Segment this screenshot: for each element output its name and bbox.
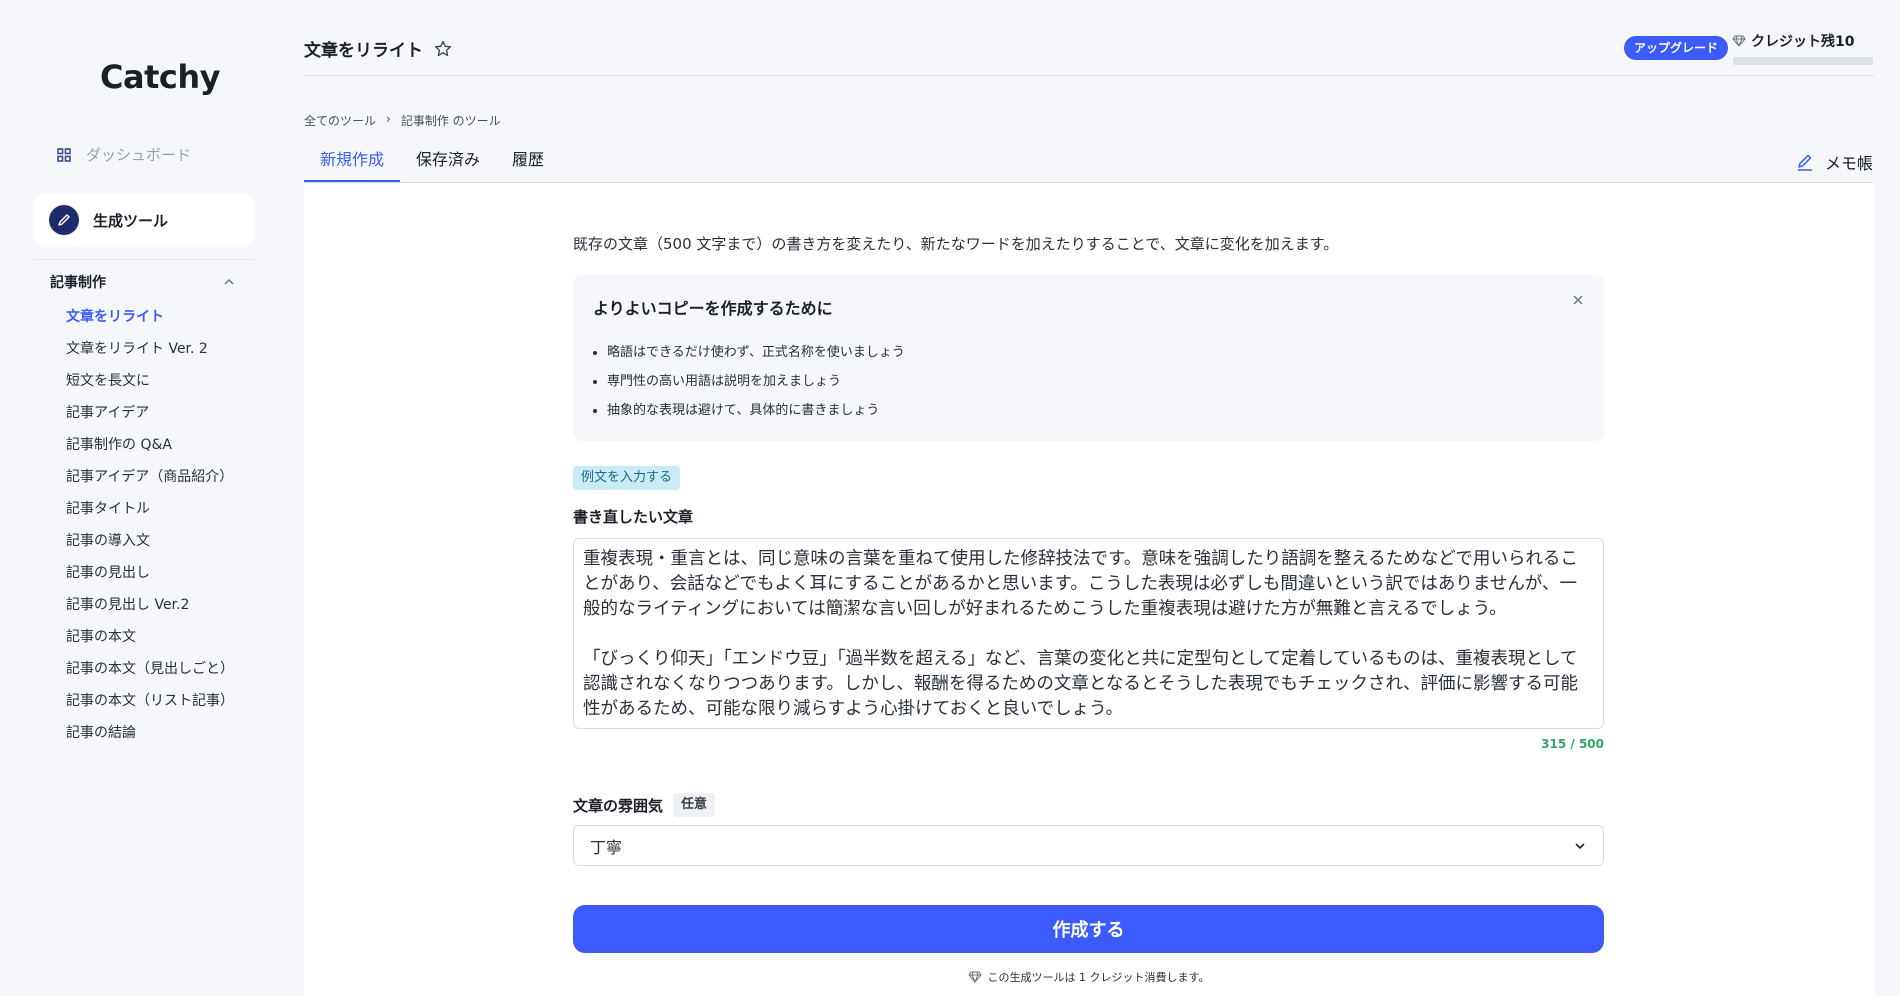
- tab-saved[interactable]: 保存済み: [400, 148, 496, 182]
- sidebar-item-article-idea[interactable]: 記事アイデア: [66, 403, 234, 435]
- credits-display: クレジット残10: [1732, 31, 1854, 51]
- close-icon[interactable]: [1570, 292, 1586, 308]
- sidebar-item-rewrite[interactable]: 文章をリライト: [66, 307, 234, 339]
- create-button[interactable]: 作成する: [573, 905, 1604, 953]
- sidebar-item-article-body[interactable]: 記事の本文: [66, 627, 234, 659]
- nav-dashboard-label: ダッシュボード: [86, 146, 192, 164]
- memo-label: メモ帳: [1825, 154, 1874, 173]
- rewrite-label: 書き直したい文章: [573, 508, 694, 526]
- diamond-icon: [967, 971, 982, 983]
- sidebar-item-article-idea-product[interactable]: 記事アイデア（商品紹介）: [66, 467, 234, 499]
- tip-item: 専門性の高い用語は説明を加えましょう: [607, 372, 905, 401]
- credit-footnote: この生成ツールは 1 クレジット消費します。: [573, 969, 1604, 985]
- sidebar-item-article-intro[interactable]: 記事の導入文: [66, 531, 234, 563]
- page-title-text: 文章をリライト: [304, 41, 423, 61]
- sidebar-divider: [34, 259, 254, 260]
- grid-icon: [57, 147, 71, 162]
- breadcrumb-separator: ›: [386, 112, 391, 126]
- edit-icon: [1798, 154, 1812, 171]
- char-count: 315 / 500: [1541, 737, 1604, 751]
- sidebar-item-article-body-heading[interactable]: 記事の本文（見出しごと）: [66, 659, 234, 691]
- mood-select[interactable]: 丁寧: [573, 825, 1604, 866]
- optional-badge: 任意: [673, 793, 716, 817]
- sidebar-item-rewrite-v2[interactable]: 文章をリライト Ver. 2: [66, 339, 234, 371]
- page-title: 文章をリライト: [304, 36, 453, 61]
- mood-select-value: 丁寧: [590, 837, 623, 857]
- header-divider: [304, 75, 1874, 76]
- mood-label: 文章の雰囲気 任意: [573, 793, 716, 817]
- star-icon[interactable]: [433, 39, 453, 59]
- sidebar-item-article-heading[interactable]: 記事の見出し: [66, 563, 234, 595]
- pen-icon: [49, 205, 79, 235]
- credits-text: クレジット残10: [1751, 34, 1855, 50]
- tips-list: 略語はできるだけ使わず、正式名称を使いましょう 専門性の高い用語は説明を加えまし…: [607, 343, 905, 430]
- upgrade-button[interactable]: アップグレード: [1624, 36, 1729, 60]
- tool-list: 文章をリライト 文章をリライト Ver. 2 短文を長文に 記事アイデア 記事制…: [66, 307, 234, 755]
- rewrite-textarea[interactable]: 重複表現・重言とは、同じ意味の言葉を重ねて使用した修辞技法です。意味を強調したり…: [573, 538, 1604, 729]
- mood-label-text: 文章の雰囲気: [573, 796, 664, 815]
- section-title: 記事制作: [50, 275, 106, 291]
- chevron-down-icon: [1575, 842, 1585, 849]
- breadcrumb-current[interactable]: 記事制作 のツール: [401, 112, 501, 129]
- memo-button[interactable]: メモ帳: [1795, 150, 1873, 174]
- app-logo[interactable]: Catchy: [100, 58, 220, 96]
- chevron-up-icon: [224, 279, 234, 285]
- tip-item: 略語はできるだけ使わず、正式名称を使いましょう: [607, 343, 905, 372]
- sidebar-item-article-body-list[interactable]: 記事の本文（リスト記事）: [66, 691, 234, 723]
- sidebar-item-article-heading-v2[interactable]: 記事の見出し Ver.2: [66, 595, 234, 627]
- example-button[interactable]: 例文を入力する: [573, 466, 681, 490]
- tab-history[interactable]: 履歴: [496, 148, 560, 182]
- tip-item: 抽象的な表現は避けて、具体的に書きましょう: [607, 401, 905, 430]
- sidebar-item-short-to-long[interactable]: 短文を長文に: [66, 371, 234, 403]
- tab-new[interactable]: 新規作成: [304, 148, 401, 182]
- nav-dashboard[interactable]: ダッシュボード: [56, 144, 191, 165]
- sidebar: Catchy ダッシュボード 生成ツール 記事制作 文章をリライト 文章をリライ…: [0, 0, 284, 996]
- credit-footnote-text: この生成ツールは 1 クレジット消費します。: [987, 971, 1210, 984]
- sidebar-item-article-conclusion[interactable]: 記事の結論: [66, 723, 234, 755]
- tab-bar: 新規作成 保存済み 履歴: [304, 148, 560, 182]
- sidebar-item-article-qa[interactable]: 記事制作の Q&A: [66, 435, 234, 467]
- breadcrumb-root[interactable]: 全てのツール: [304, 112, 376, 129]
- breadcrumb: 全てのツール › 記事制作 のツール: [304, 112, 501, 129]
- nav-gen-tools-label: 生成ツール: [93, 211, 169, 230]
- nav-gen-tools[interactable]: 生成ツール: [34, 194, 254, 246]
- diamond-icon: [1732, 35, 1746, 47]
- tool-description: 既存の文章（500 文字まで）の書き方を変えたり、新たなワードを加えたりすること…: [573, 235, 1339, 253]
- section-article-toggle[interactable]: 記事制作: [50, 270, 236, 294]
- tips-title: よりよいコピーを作成するために: [593, 299, 833, 318]
- sidebar-item-article-title[interactable]: 記事タイトル: [66, 499, 234, 531]
- credit-progress-bar: [1733, 57, 1873, 65]
- tips-box: よりよいコピーを作成するために 略語はできるだけ使わず、正式名称を使いましょう …: [573, 275, 1604, 441]
